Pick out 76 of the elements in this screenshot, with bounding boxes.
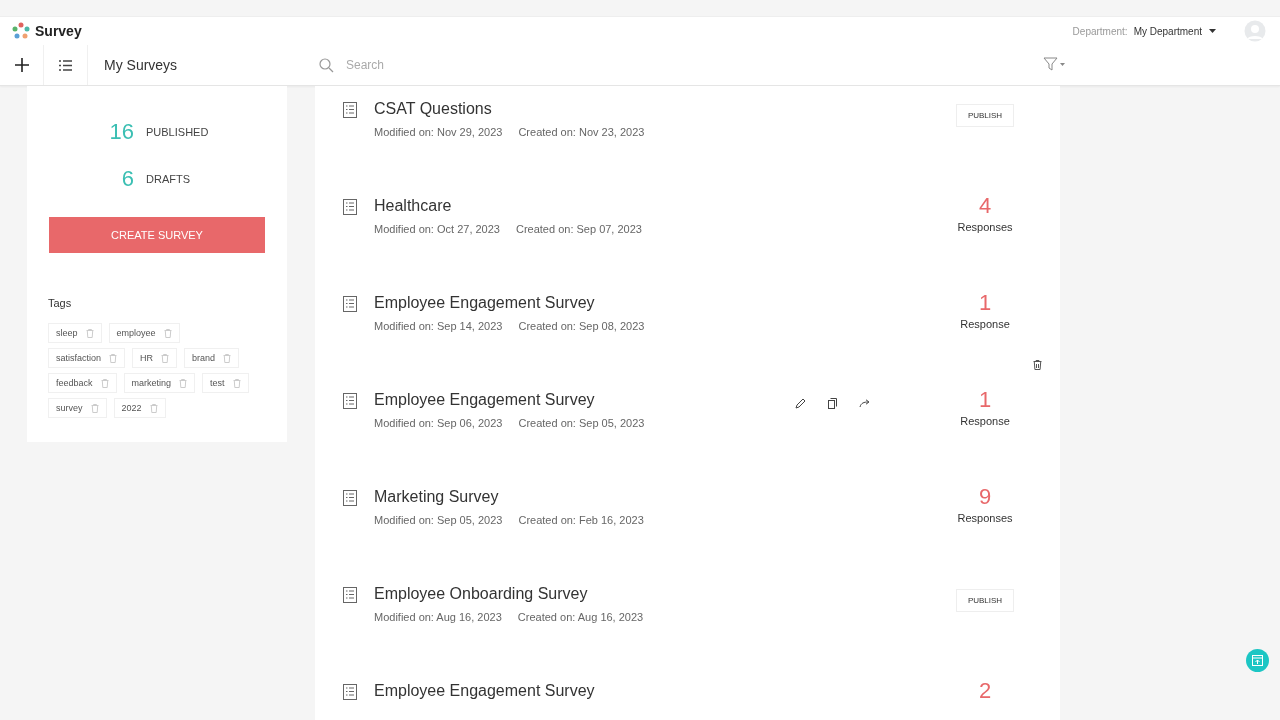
survey-row[interactable]: Employee Engagement Survey 2 bbox=[315, 676, 1060, 720]
response-label: Responses bbox=[957, 512, 1013, 524]
survey-row[interactable]: CSAT Questions Modified on: Nov 29, 2023 Created on: Nov 23, 2023 PUBLISH bbox=[315, 94, 1060, 191]
survey-title[interactable]: CSAT Questions bbox=[374, 100, 930, 118]
response-count: 9 bbox=[978, 484, 992, 510]
tag-chip[interactable]: brand bbox=[184, 348, 240, 368]
modified-date: Modified on: Sep 06, 2023 bbox=[374, 417, 503, 429]
search-icon bbox=[319, 57, 334, 73]
tag-chip[interactable]: survey bbox=[48, 398, 107, 418]
response-label: Response bbox=[960, 415, 1010, 427]
survey-row[interactable]: Employee Onboarding Survey Modified on: Aug 16, 2023 Created on: Aug 16, 2023 PUBLISH bbox=[315, 579, 1060, 676]
created-date: Created on: Aug 16, 2023 bbox=[517, 611, 644, 623]
document-icon bbox=[343, 587, 357, 603]
stat-label: DRAFTS bbox=[146, 172, 190, 185]
stat-count: 6 bbox=[120, 165, 134, 192]
created-date: Created on: Nov 23, 2023 bbox=[518, 126, 645, 138]
tag-chip[interactable]: employee bbox=[108, 323, 180, 343]
document-icon bbox=[343, 684, 357, 700]
trash-icon[interactable] bbox=[1033, 360, 1042, 370]
filter-icon bbox=[1043, 56, 1065, 71]
survey-row[interactable]: Employee Engagement Survey Modified on: Sep 14, 2023 Created on: Sep 08, 2023 1 Response bbox=[315, 288, 1060, 385]
tags-heading: Tags bbox=[48, 297, 72, 309]
department-label: Department: bbox=[1072, 25, 1128, 37]
created-date: Created on: Sep 07, 2023 bbox=[515, 223, 642, 235]
created-date: Created on: Sep 08, 2023 bbox=[518, 320, 645, 332]
tag-chip[interactable]: sleep bbox=[48, 323, 102, 343]
tag-chip[interactable]: 2022 bbox=[113, 398, 166, 418]
survey-row[interactable]: Healthcare Modified on: Oct 27, 2023 Created on: Sep 07, 2023 4 Responses bbox=[315, 191, 1060, 288]
tag-chip[interactable]: feedback bbox=[48, 373, 117, 393]
survey-title[interactable]: Employee Engagement Survey bbox=[374, 294, 930, 312]
filter-button[interactable] bbox=[1043, 56, 1065, 74]
modified-date: Modified on: Sep 05, 2023 bbox=[374, 514, 503, 526]
modified-date: Modified on: Sep 14, 2023 bbox=[374, 320, 503, 332]
tag-chip[interactable]: marketing bbox=[123, 373, 196, 393]
document-icon bbox=[343, 393, 357, 409]
survey-title[interactable]: Healthcare bbox=[374, 197, 930, 215]
survey-title[interactable]: Employee Engagement Survey bbox=[374, 391, 795, 409]
logo-icon bbox=[11, 21, 31, 41]
survey-title[interactable]: Employee Engagement Survey bbox=[374, 682, 930, 700]
survey-title[interactable]: Employee Onboarding Survey bbox=[374, 585, 930, 603]
tag-chip[interactable]: HR bbox=[132, 348, 178, 368]
copy-icon[interactable] bbox=[828, 398, 837, 409]
share-icon[interactable] bbox=[859, 399, 872, 408]
response-count: 4 bbox=[978, 193, 992, 219]
stat-label: PUBLISHED bbox=[146, 125, 209, 138]
survey-title[interactable]: Marketing Survey bbox=[374, 488, 930, 506]
survey-row[interactable]: Marketing Survey Modified on: Sep 05, 2023 Created on: Feb 16, 2023 9 Responses bbox=[315, 482, 1060, 579]
modified-date: Modified on: Nov 29, 2023 bbox=[374, 126, 503, 138]
stat-count: 16 bbox=[108, 118, 134, 145]
search-field[interactable]: Search bbox=[344, 57, 648, 73]
tag-chip[interactable]: test bbox=[202, 373, 249, 393]
caret-icon bbox=[1209, 29, 1216, 33]
list-icon bbox=[59, 59, 72, 71]
floating-help-button[interactable] bbox=[1246, 649, 1269, 672]
document-icon bbox=[343, 296, 357, 312]
document-icon bbox=[343, 199, 357, 215]
modified-date: Modified on: Oct 27, 2023 bbox=[374, 223, 500, 235]
response-count: 1 bbox=[978, 290, 992, 316]
tag-chip[interactable]: satisfaction bbox=[48, 348, 126, 368]
created-date: Created on: Feb 16, 2023 bbox=[518, 514, 644, 526]
response-label: Responses bbox=[957, 221, 1013, 233]
response-label: Response bbox=[960, 318, 1010, 330]
plus-icon bbox=[14, 58, 29, 72]
response-count: 1 bbox=[978, 387, 992, 413]
pencil-icon[interactable] bbox=[795, 398, 806, 409]
response-count: 2 bbox=[978, 678, 992, 704]
modified-date: Modified on: Aug 16, 2023 bbox=[374, 611, 502, 623]
created-date: Created on: Sep 05, 2023 bbox=[518, 417, 645, 429]
publish-button[interactable]: PUBLISH bbox=[955, 589, 1015, 612]
publish-button[interactable]: PUBLISH bbox=[955, 104, 1015, 127]
document-icon bbox=[343, 102, 357, 118]
board-icon bbox=[1252, 655, 1263, 666]
department-dropdown[interactable]: My Department bbox=[1133, 25, 1216, 37]
page-title: My Surveys bbox=[104, 57, 179, 73]
app-name: Survey bbox=[35, 23, 82, 39]
document-icon bbox=[343, 490, 357, 506]
